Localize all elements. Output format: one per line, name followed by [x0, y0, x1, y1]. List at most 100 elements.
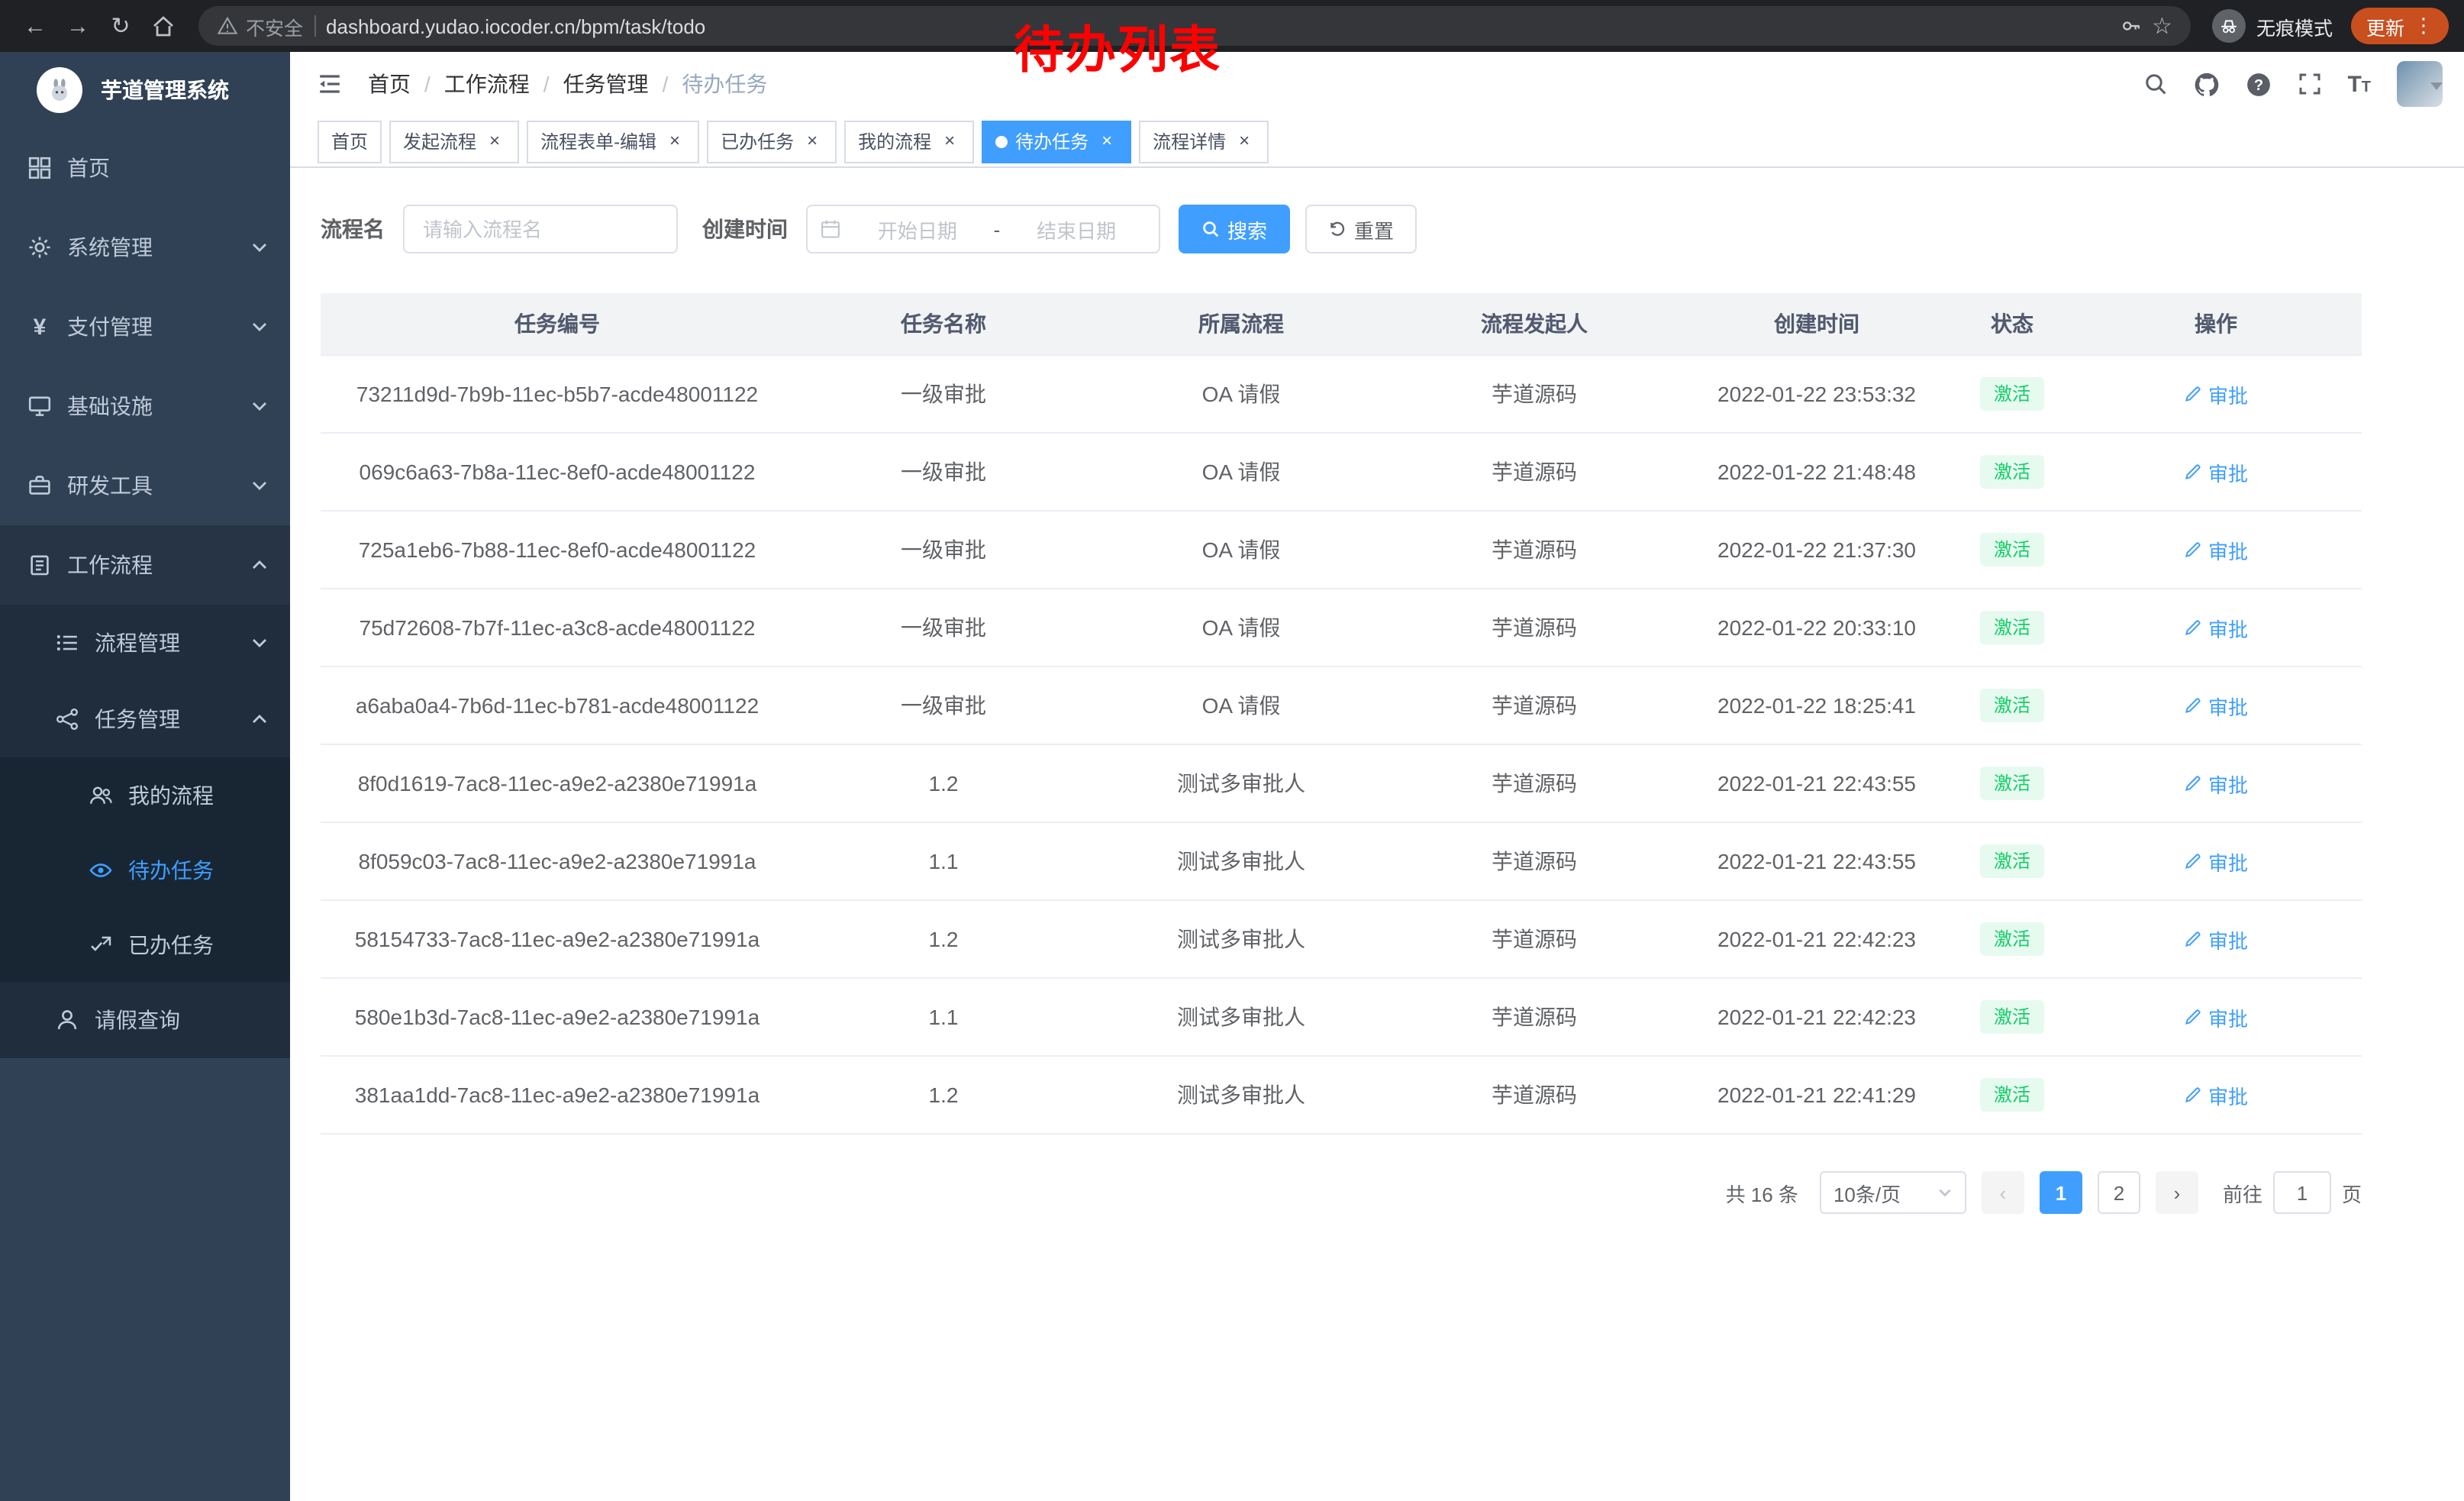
navbar-tools: ? TT [2143, 61, 2443, 107]
sidebar-toggle[interactable] [313, 67, 347, 101]
github-icon[interactable] [2193, 71, 2219, 97]
chevron-down-icon [250, 634, 269, 652]
edit-icon [2184, 774, 2202, 792]
omnibox-divider [314, 15, 315, 37]
password-key-icon[interactable] [2120, 15, 2141, 37]
cell-status: 激活 [1954, 589, 2070, 667]
check-flow-icon [89, 932, 113, 957]
date-range-input[interactable]: 开始日期 - 结束日期 [806, 205, 1160, 253]
tab-label: 已办任务 [721, 128, 794, 154]
cell-action: 审批 [2070, 744, 2362, 822]
approve-link[interactable]: 审批 [2184, 769, 2248, 798]
cell-process: OA 请假 [1093, 433, 1389, 511]
approve-link[interactable]: 审批 [2184, 457, 2248, 486]
table-row: 8f0d1619-7ac8-11ec-a9e2-a2380e71991a1.2测… [321, 744, 2362, 822]
tab-todo-tasks[interactable]: 待办任务× [982, 120, 1131, 163]
approve-link[interactable]: 审批 [2184, 613, 2248, 642]
tab-process-detail[interactable]: 流程详情 × [1139, 120, 1269, 163]
update-button[interactable]: 更新 ⋮ [2351, 8, 2449, 44]
close-icon[interactable]: × [664, 131, 685, 152]
forward-button[interactable]: → [58, 6, 98, 46]
back-button[interactable]: ← [15, 6, 55, 46]
tab-my-processes[interactable]: 我的流程× [844, 120, 974, 163]
cell-process: OA 请假 [1093, 667, 1389, 744]
reset-button[interactable]: 重置 [1305, 205, 1417, 253]
sidebar-item-done-tasks[interactable]: 已办任务 [0, 907, 290, 982]
breadcrumb-workflow[interactable]: 工作流程 [444, 69, 530, 99]
cell-task-id: 8f0d1619-7ac8-11ec-a9e2-a2380e71991a [321, 744, 794, 822]
sidebar-item-todo-tasks[interactable]: 待办任务 [0, 832, 290, 907]
fullscreen-icon[interactable] [2297, 72, 2321, 96]
close-icon[interactable]: × [484, 131, 505, 152]
approve-link[interactable]: 审批 [2184, 1002, 2248, 1031]
approve-link[interactable]: 审批 [2184, 847, 2248, 876]
search-icon[interactable] [2143, 72, 2167, 96]
tab-label: 发起流程 [403, 128, 476, 154]
breadcrumb-home[interactable]: 首页 [368, 69, 411, 99]
cell-status: 激活 [1954, 978, 2070, 1056]
status-badge: 激活 [1980, 844, 2044, 878]
tab-start-process[interactable]: 发起流程 × [389, 120, 519, 163]
sidebar-item-leave-query[interactable]: 请假查询 [0, 982, 290, 1058]
sidebar-item-system[interactable]: 系统管理 [0, 208, 290, 287]
tab-home[interactable]: 首页 [318, 120, 382, 163]
font-size-icon[interactable]: TT [2347, 73, 2371, 95]
sidebar-item-payment[interactable]: ¥ 支付管理 [0, 287, 290, 366]
help-icon[interactable]: ? [2245, 71, 2271, 97]
people-icon [89, 783, 113, 807]
close-icon[interactable]: × [801, 131, 823, 152]
approve-link[interactable]: 审批 [2184, 691, 2248, 720]
sidebar-item-my-processes[interactable]: 我的流程 [0, 757, 290, 832]
refresh-icon [1328, 220, 1346, 238]
process-name-input[interactable] [403, 205, 678, 253]
sidebar-item-process-management[interactable]: 流程管理 [0, 605, 290, 681]
goto-page-input[interactable] [2273, 1171, 2331, 1214]
app: 芋道管理系统 首页 系统管理 ¥ 支付管理 基础设施 [0, 52, 2464, 1501]
approve-link[interactable]: 审批 [2184, 379, 2248, 408]
dashboard-icon [27, 156, 52, 180]
tab-form-edit[interactable]: 流程表单-编辑× [527, 120, 699, 163]
branch-icon [55, 707, 79, 731]
edit-icon [2184, 463, 2202, 481]
next-page-button[interactable]: › [2156, 1171, 2198, 1214]
cell-create-time: 2022-01-22 20:33:10 [1679, 589, 1954, 667]
svg-text:?: ? [2253, 76, 2262, 93]
breadcrumb-task-management[interactable]: 任务管理 [563, 69, 649, 99]
cell-task-name: 一级审批 [794, 511, 1093, 589]
sidebar-item-home[interactable]: 首页 [0, 128, 290, 208]
sidebar-item-task-management[interactable]: 任务管理 [0, 681, 290, 757]
approve-link[interactable]: 审批 [2184, 1080, 2248, 1109]
cell-task-id: 73211d9d-7b9b-11ec-b5b7-acde48001122 [321, 355, 794, 433]
close-icon[interactable]: × [1234, 131, 1255, 152]
approve-link[interactable]: 审批 [2184, 925, 2248, 954]
sidebar-item-workflow[interactable]: 工作流程 [0, 525, 290, 605]
prev-page-button[interactable]: ‹ [1982, 1171, 2024, 1214]
warning-icon [217, 15, 238, 37]
cell-create-time: 2022-01-21 22:42:23 [1679, 900, 1954, 978]
app-logo[interactable]: 芋道管理系统 [0, 52, 290, 128]
close-icon[interactable]: × [939, 131, 960, 152]
list-icon [55, 631, 79, 655]
security-badge[interactable]: 不安全 [217, 11, 303, 40]
sidebar-item-infrastructure[interactable]: 基础设施 [0, 366, 290, 446]
page-button-1[interactable]: 1 [2040, 1171, 2082, 1214]
sidebar-item-dev-tools[interactable]: 研发工具 [0, 446, 290, 525]
search-button[interactable]: 搜索 [1179, 205, 1290, 253]
cell-task-id: 381aa1dd-7ac8-11ec-a9e2-a2380e71991a [321, 1056, 794, 1134]
home-button[interactable] [144, 6, 183, 46]
caret-down-icon [2430, 82, 2443, 90]
page-button-2[interactable]: 2 [2098, 1171, 2140, 1214]
col-task-name: 任务名称 [794, 293, 1093, 355]
pagination: 共 16 条 10条/页 ‹ 1 2 › 前往 页 [321, 1171, 2362, 1260]
tab-done-tasks[interactable]: 已办任务 × [707, 120, 837, 163]
approve-link[interactable]: 审批 [2184, 535, 2248, 564]
browser-menu-icon[interactable]: ⋮ [2414, 14, 2433, 38]
page-size-select[interactable]: 10条/页 [1820, 1171, 1966, 1214]
reload-button[interactable]: ↻ [101, 6, 140, 46]
cell-create-time: 2022-01-22 23:53:32 [1679, 355, 1954, 433]
breadcrumb-separator: / [663, 72, 669, 96]
bookmark-star-icon[interactable]: ☆ [2152, 15, 2172, 37]
tab-label: 流程详情 [1153, 128, 1226, 154]
close-icon[interactable]: × [1096, 131, 1118, 152]
col-create-time: 创建时间 [1679, 293, 1954, 355]
